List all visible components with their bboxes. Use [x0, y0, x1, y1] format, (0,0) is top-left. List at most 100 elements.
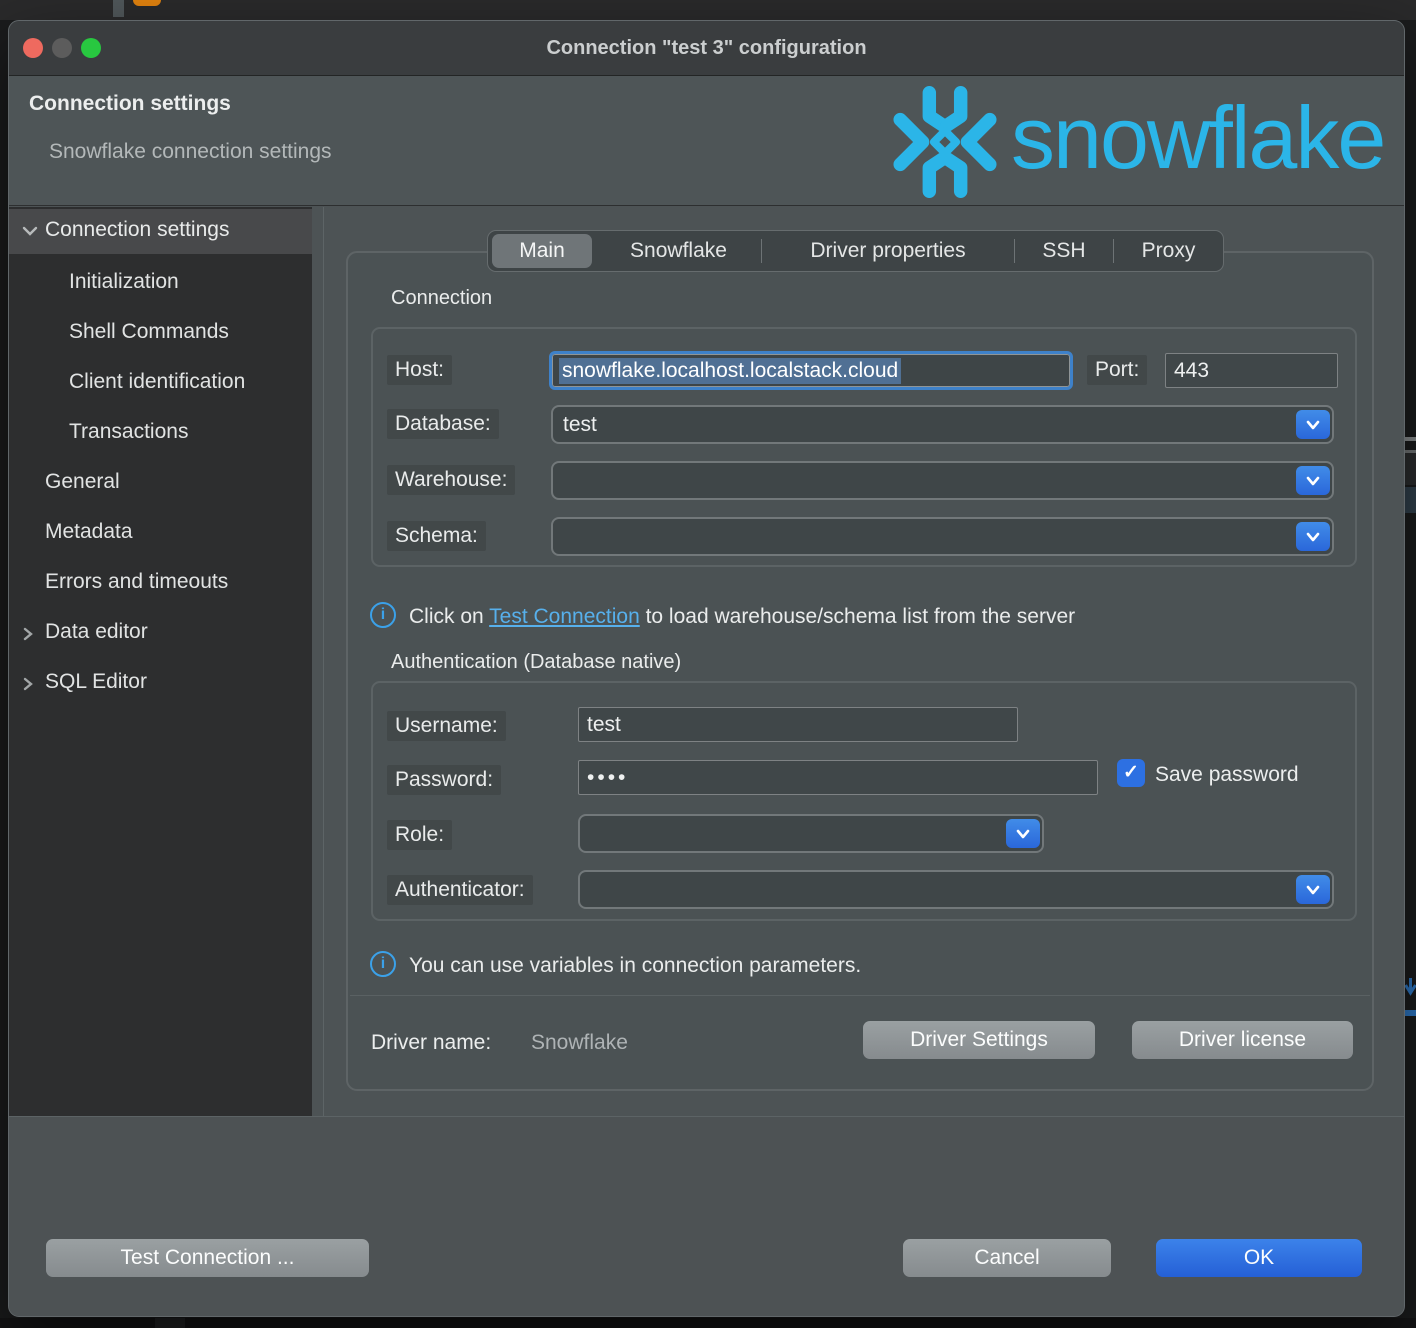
cancel-button[interactable]: Cancel [903, 1239, 1111, 1277]
database-label: Database: [387, 409, 499, 439]
minimize-button[interactable] [52, 38, 72, 58]
sidebar-item-errors-and-timeouts[interactable]: Errors and timeouts [45, 567, 228, 597]
test-connection-button[interactable]: Test Connection ... [46, 1239, 369, 1277]
divider [323, 207, 324, 1116]
sidebar-item-shell-commands[interactable]: Shell Commands [69, 317, 229, 347]
snowflake-logo: snowflake [889, 82, 1405, 202]
save-password-checkbox[interactable]: ✓ [1117, 759, 1145, 787]
title-bar[interactable]: Connection "test 3" configuration [9, 21, 1404, 76]
tab-ssh[interactable]: SSH [1015, 231, 1113, 271]
dialog-body: Connection settings Initialization Shell… [9, 207, 1404, 1116]
ok-button[interactable]: OK [1156, 1239, 1362, 1277]
close-button[interactable] [23, 38, 43, 58]
chevron-down-icon [1305, 884, 1321, 896]
role-dropdown-button[interactable] [1006, 819, 1040, 848]
schema-combo [551, 517, 1334, 556]
sidebar-item-general[interactable]: General [45, 467, 120, 497]
info-icon: i [370, 951, 396, 977]
settings-tree: Connection settings Initialization Shell… [9, 207, 312, 1116]
connection-group-title: Connection [391, 287, 492, 310]
sidebar-item-data-editor[interactable]: Data editor [45, 617, 148, 647]
warehouse-input[interactable] [553, 469, 1294, 493]
authentication-group: Username: Password: ✓ Save password Role… [371, 681, 1357, 921]
password-label: Password: [387, 765, 501, 795]
password-input[interactable] [578, 760, 1098, 795]
settings-content: Main Snowflake Driver properties SSH Pro… [312, 207, 1404, 1116]
role-combo [578, 814, 1044, 853]
chevron-down-icon [21, 224, 39, 238]
authenticator-input[interactable] [580, 878, 1294, 902]
sidebar-item-metadata[interactable]: Metadata [45, 517, 133, 547]
warehouse-dropdown-button[interactable] [1296, 466, 1330, 495]
chevron-down-icon [1015, 828, 1031, 840]
page-subtitle: Snowflake connection settings [49, 140, 332, 164]
sidebar-item-sql-editor[interactable]: SQL Editor [45, 667, 147, 697]
warehouse-label: Warehouse: [387, 465, 515, 495]
background-line [1405, 437, 1416, 441]
background-square [155, 1318, 185, 1328]
save-password-label[interactable]: Save password [1155, 763, 1299, 787]
driver-license-button[interactable]: Driver license [1132, 1021, 1353, 1059]
tab-driver-properties[interactable]: Driver properties [762, 231, 1014, 271]
variables-note: You can use variables in connection para… [409, 954, 861, 978]
username-label: Username: [387, 711, 506, 741]
authenticator-combo [578, 870, 1334, 909]
driver-name-value: Snowflake [531, 1031, 628, 1055]
role-input[interactable] [580, 822, 1004, 846]
page-title: Connection settings [29, 92, 231, 116]
sidebar-item-connection-settings[interactable]: Connection settings [9, 209, 312, 254]
hint-suffix: to load warehouse/schema list from the s… [640, 605, 1075, 628]
window-title: Connection "test 3" configuration [546, 37, 866, 60]
role-label: Role: [387, 820, 452, 850]
tab-bar: Main Snowflake Driver properties SSH Pro… [487, 230, 1224, 272]
host-input[interactable]: snowflake.localhost.localstack.cloud [549, 351, 1073, 390]
test-connection-link[interactable]: Test Connection [489, 605, 640, 628]
test-connection-hint: Click on Test Connection to load warehou… [409, 605, 1075, 629]
background-orange-icon [133, 0, 161, 6]
background-app-right [1405, 20, 1416, 1328]
zoom-button[interactable] [81, 38, 101, 58]
username-input[interactable] [578, 707, 1018, 742]
background-divider [113, 0, 124, 17]
schema-input[interactable] [553, 525, 1294, 549]
divider [350, 995, 1370, 996]
port-input[interactable] [1165, 353, 1338, 388]
snowflake-icon [889, 86, 1001, 198]
background-app-bottom [0, 1318, 1416, 1328]
chevron-right-icon[interactable] [21, 675, 35, 693]
database-input[interactable] [553, 413, 1294, 437]
connection-configuration-dialog: Connection "test 3" configuration Connec… [8, 20, 1405, 1317]
chevron-right-icon[interactable] [21, 625, 35, 643]
hint-prefix: Click on [409, 605, 489, 628]
chevron-down-icon [1305, 531, 1321, 543]
info-icon: i [370, 602, 396, 628]
dialog-header: Connection settings Snowflake connection… [9, 76, 1404, 206]
sidebar-item-client-identification[interactable]: Client identification [69, 367, 245, 397]
sidebar-item-label: Connection settings [45, 218, 229, 242]
host-selected-text: snowflake.localhost.localstack.cloud [559, 358, 901, 384]
schema-label: Schema: [387, 521, 486, 551]
chevron-down-icon [1305, 475, 1321, 487]
driver-settings-button[interactable]: Driver Settings [863, 1021, 1095, 1059]
schema-dropdown-button[interactable] [1296, 522, 1330, 551]
sidebar-item-initialization[interactable]: Initialization [69, 267, 179, 297]
chevron-down-icon [1305, 419, 1321, 431]
main-tab-panel: Connection Host: snowflake.localhost.loc… [346, 251, 1374, 1091]
tab-main[interactable]: Main [492, 234, 592, 268]
dialog-footer: Test Connection ... Cancel OK [9, 1116, 1404, 1316]
warehouse-combo [551, 461, 1334, 500]
tab-snowflake[interactable]: Snowflake [596, 231, 761, 271]
background-icon [1405, 487, 1416, 513]
host-label: Host: [387, 355, 452, 385]
sidebar-item-transactions[interactable]: Transactions [69, 417, 188, 447]
background-blue-bar [1405, 1010, 1416, 1016]
database-dropdown-button[interactable] [1296, 410, 1330, 439]
database-combo [551, 405, 1334, 444]
port-label: Port: [1087, 355, 1147, 385]
background-app-top [0, 0, 1416, 20]
driver-name-label: Driver name: [371, 1031, 491, 1055]
snowflake-logo-text: snowflake [1011, 94, 1384, 182]
tab-proxy[interactable]: Proxy [1114, 231, 1223, 271]
authenticator-dropdown-button[interactable] [1296, 875, 1330, 904]
connection-group: Host: snowflake.localhost.localstack.clo… [371, 327, 1357, 567]
